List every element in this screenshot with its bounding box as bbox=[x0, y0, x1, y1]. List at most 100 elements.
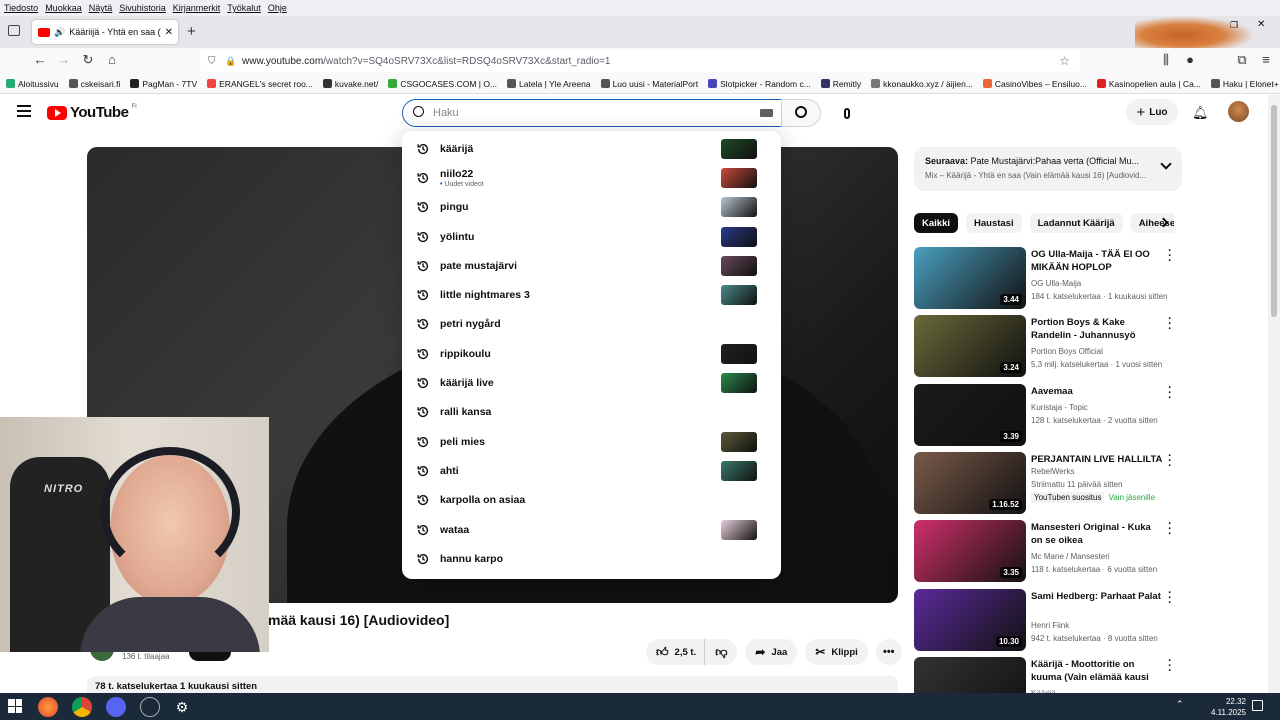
notification-icon[interactable] bbox=[1252, 700, 1263, 711]
steam-taskbar-icon[interactable] bbox=[140, 697, 160, 717]
video-thumbnail[interactable] bbox=[914, 656, 1026, 693]
up-next-panel[interactable]: Seuraava: Pate Mustajärvi:Pahaa verta (O… bbox=[914, 147, 1182, 191]
search-suggestion[interactable]: petri nygård bbox=[402, 310, 781, 339]
speaker-icon[interactable]: 🔊 bbox=[54, 27, 65, 38]
video-title[interactable]: PERJANTAIN LIVE HALLILTA bbox=[1031, 453, 1163, 466]
video-title[interactable]: Käärijä - Moottoritie on kuuma (Vain elä… bbox=[1031, 658, 1163, 684]
bookmark-item[interactable]: kuvake.net/ bbox=[322, 79, 378, 89]
bookmark-item[interactable]: Slotpicker - Random c... bbox=[708, 79, 811, 89]
clip-button[interactable]: ✂ Klippi bbox=[805, 639, 868, 665]
app-menu-icon[interactable]: ≡ bbox=[1258, 52, 1274, 68]
channel-name[interactable]: Kuristaja - Topic bbox=[1031, 403, 1088, 412]
video-thumbnail[interactable]: 3.39 bbox=[914, 383, 1026, 446]
window-close-icon[interactable]: ✕ bbox=[1257, 19, 1265, 30]
search-suggestion[interactable]: rippikoulu bbox=[402, 339, 781, 368]
home-icon[interactable]: ⌂ bbox=[104, 52, 120, 68]
description-box[interactable]: 78 t. katselukertaa 1 kuukausi sitten bbox=[87, 676, 898, 693]
chrome-taskbar-icon[interactable] bbox=[72, 697, 92, 717]
more-vertical-icon[interactable]: · · · bbox=[1166, 519, 1174, 540]
share-button[interactable]: ➦ Jaa bbox=[745, 639, 798, 665]
recommended-video[interactable]: 3.35 Mansesteri Original - Kuka on se oik… bbox=[914, 519, 1176, 583]
menu-item[interactable]: Tiedosto bbox=[4, 3, 38, 13]
back-icon[interactable]: ← bbox=[32, 52, 48, 68]
channel-name[interactable]: Mc Mane / Mansesteri bbox=[1031, 552, 1110, 561]
browser-tab-active[interactable]: 🔊 Kääriijä - Yhtä en saa (Vain e ✕ bbox=[32, 20, 178, 44]
library-icon[interactable]: ⫼ bbox=[1158, 52, 1174, 68]
extension-icon[interactable]: ● bbox=[1182, 52, 1198, 68]
recommended-video[interactable]: 10.30 Sami Hedberg: Parhaat Palat Henri Fi… bbox=[914, 587, 1176, 651]
search-suggestion[interactable]: pate mustajärvi bbox=[402, 251, 781, 280]
bookmark-item[interactable]: ERANGEL's secret roo... bbox=[207, 79, 313, 89]
bookmark-item[interactable]: CSGOCASES.COM | O... bbox=[388, 79, 497, 89]
search-suggestion[interactable]: käärijä bbox=[402, 134, 781, 163]
bookmark-item[interactable]: Haku | Elonet+ bbox=[1210, 79, 1279, 89]
more-vertical-icon[interactable]: · · · bbox=[1166, 450, 1174, 471]
bookmark-item[interactable]: Latela | Yle Areena bbox=[507, 79, 591, 89]
recommended-video[interactable]: 1.16.52 PERJANTAIN LIVE HALLILTA RebelWerk… bbox=[914, 450, 1176, 514]
bookmark-item[interactable]: Remitly bbox=[820, 79, 861, 89]
forward-icon[interactable]: → bbox=[56, 52, 72, 68]
firefox-taskbar-icon[interactable] bbox=[38, 697, 58, 717]
search-suggestion[interactable]: yölintu bbox=[402, 222, 781, 251]
dislike-button[interactable]: 👎︎ bbox=[704, 639, 738, 665]
bookmark-item[interactable]: kkonaukko.xyz / äijien... bbox=[871, 79, 973, 89]
tray-chevron-icon[interactable]: ⌃ bbox=[1176, 699, 1184, 710]
url-bar[interactable]: ⛉ 🔒 www.youtube.com/watch?v=SQ4oSRV73Xc&… bbox=[200, 50, 1080, 72]
notifications-bell-icon[interactable]: 🔔︎ bbox=[1192, 105, 1209, 121]
system-clock[interactable]: 22.32 4.11.2025 bbox=[1211, 696, 1246, 718]
recommended-video[interactable]: 3.39 Aavemaa Kuristaja - Topic 128 t. katse… bbox=[914, 382, 1176, 446]
chevron-down-icon[interactable] bbox=[1160, 158, 1172, 170]
windows-start-icon[interactable] bbox=[8, 699, 22, 713]
video-thumbnail[interactable]: 3.24 bbox=[914, 315, 1026, 378]
search-suggestion[interactable]: little nightmares 3 bbox=[402, 280, 781, 309]
recommended-video[interactable]: 3.44 OG Ulla-Maija - TÄÄ EI OO MIKÄÄN HOP… bbox=[914, 246, 1176, 309]
channel-name[interactable]: Henri Fiink bbox=[1031, 621, 1069, 630]
search-suggestion[interactable]: hannu karpo bbox=[402, 544, 781, 573]
bookmark-item[interactable]: cskeisari.fi bbox=[68, 79, 120, 89]
more-vertical-icon[interactable]: · · · bbox=[1166, 314, 1174, 335]
search-suggestion[interactable]: ralli kansa bbox=[402, 398, 781, 427]
hamburger-menu-icon[interactable] bbox=[17, 105, 31, 117]
menu-item[interactable]: Sivuhistoria bbox=[119, 3, 166, 13]
search-suggestion[interactable]: käärijä live bbox=[402, 368, 781, 397]
bookmark-item[interactable]: CasinoVibes – Ensiluo... bbox=[982, 79, 1087, 89]
video-title[interactable]: Aavemaa bbox=[1031, 385, 1163, 398]
search-input[interactable]: Haku bbox=[402, 99, 782, 127]
settings-gear-icon[interactable]: ⚙ bbox=[172, 697, 192, 717]
more-actions-button[interactable]: ••• bbox=[875, 639, 902, 665]
filter-chip[interactable]: Haustasi bbox=[966, 213, 1022, 233]
filter-chip[interactable]: Kaikki bbox=[914, 213, 958, 233]
create-button[interactable]: + Luo bbox=[1126, 99, 1178, 125]
video-thumbnail[interactable]: 10.30 bbox=[914, 588, 1026, 651]
video-thumbnail[interactable]: 3.44 bbox=[914, 247, 1026, 309]
search-suggestion[interactable]: ahti bbox=[402, 456, 781, 485]
filter-chip[interactable]: Ladannut Käärijä bbox=[1029, 213, 1123, 233]
voice-search-icon[interactable] bbox=[833, 99, 861, 127]
video-thumbnail[interactable]: 1.16.52 bbox=[914, 451, 1026, 514]
window-restore-icon[interactable]: ❐ bbox=[1230, 20, 1238, 31]
menu-item[interactable]: Näytä bbox=[89, 3, 113, 13]
bookmark-item[interactable]: PagMan - 7TV bbox=[130, 79, 197, 89]
search-suggestion[interactable]: wataa bbox=[402, 515, 781, 544]
bookmark-item[interactable]: Luo uusi - MaterialPort bbox=[600, 79, 698, 89]
menu-item[interactable]: Muokkaa bbox=[45, 3, 82, 13]
video-title[interactable]: Sami Hedberg: Parhaat Palat bbox=[1031, 590, 1163, 603]
video-title[interactable]: Portion Boys & Kake Randelin - Juhannusy… bbox=[1031, 316, 1163, 342]
more-vertical-icon[interactable]: · · · bbox=[1166, 587, 1174, 608]
discord-taskbar-icon[interactable] bbox=[106, 697, 126, 717]
more-vertical-icon[interactable]: · · · bbox=[1166, 246, 1174, 267]
scrollbar-thumb[interactable] bbox=[1271, 105, 1277, 317]
menu-item[interactable]: Työkalut bbox=[227, 3, 261, 13]
menu-item[interactable]: Ohje bbox=[268, 3, 287, 13]
channel-name[interactable]: RebelWerks bbox=[1031, 467, 1074, 476]
video-title[interactable]: Mansesteri Original - Kuka on se oikea bbox=[1031, 521, 1163, 547]
youtube-logo[interactable]: YouTube FI bbox=[47, 104, 137, 121]
search-suggestion[interactable]: peli mies bbox=[402, 427, 781, 456]
like-button[interactable]: 👍︎ 2,5 t. bbox=[646, 639, 705, 665]
channel-name[interactable]: Portion Boys Official bbox=[1031, 347, 1103, 356]
recommended-video[interactable]: Käärijä - Moottoritie on kuuma (Vain elä… bbox=[914, 655, 1176, 693]
search-suggestion[interactable]: niilo22 • Uudet videot bbox=[402, 163, 781, 192]
menu-item[interactable]: Kirjanmerkit bbox=[173, 3, 221, 13]
recommended-video[interactable]: 3.24 Portion Boys & Kake Randelin - Juhan… bbox=[914, 314, 1176, 378]
new-tab-button[interactable]: + bbox=[187, 23, 196, 40]
